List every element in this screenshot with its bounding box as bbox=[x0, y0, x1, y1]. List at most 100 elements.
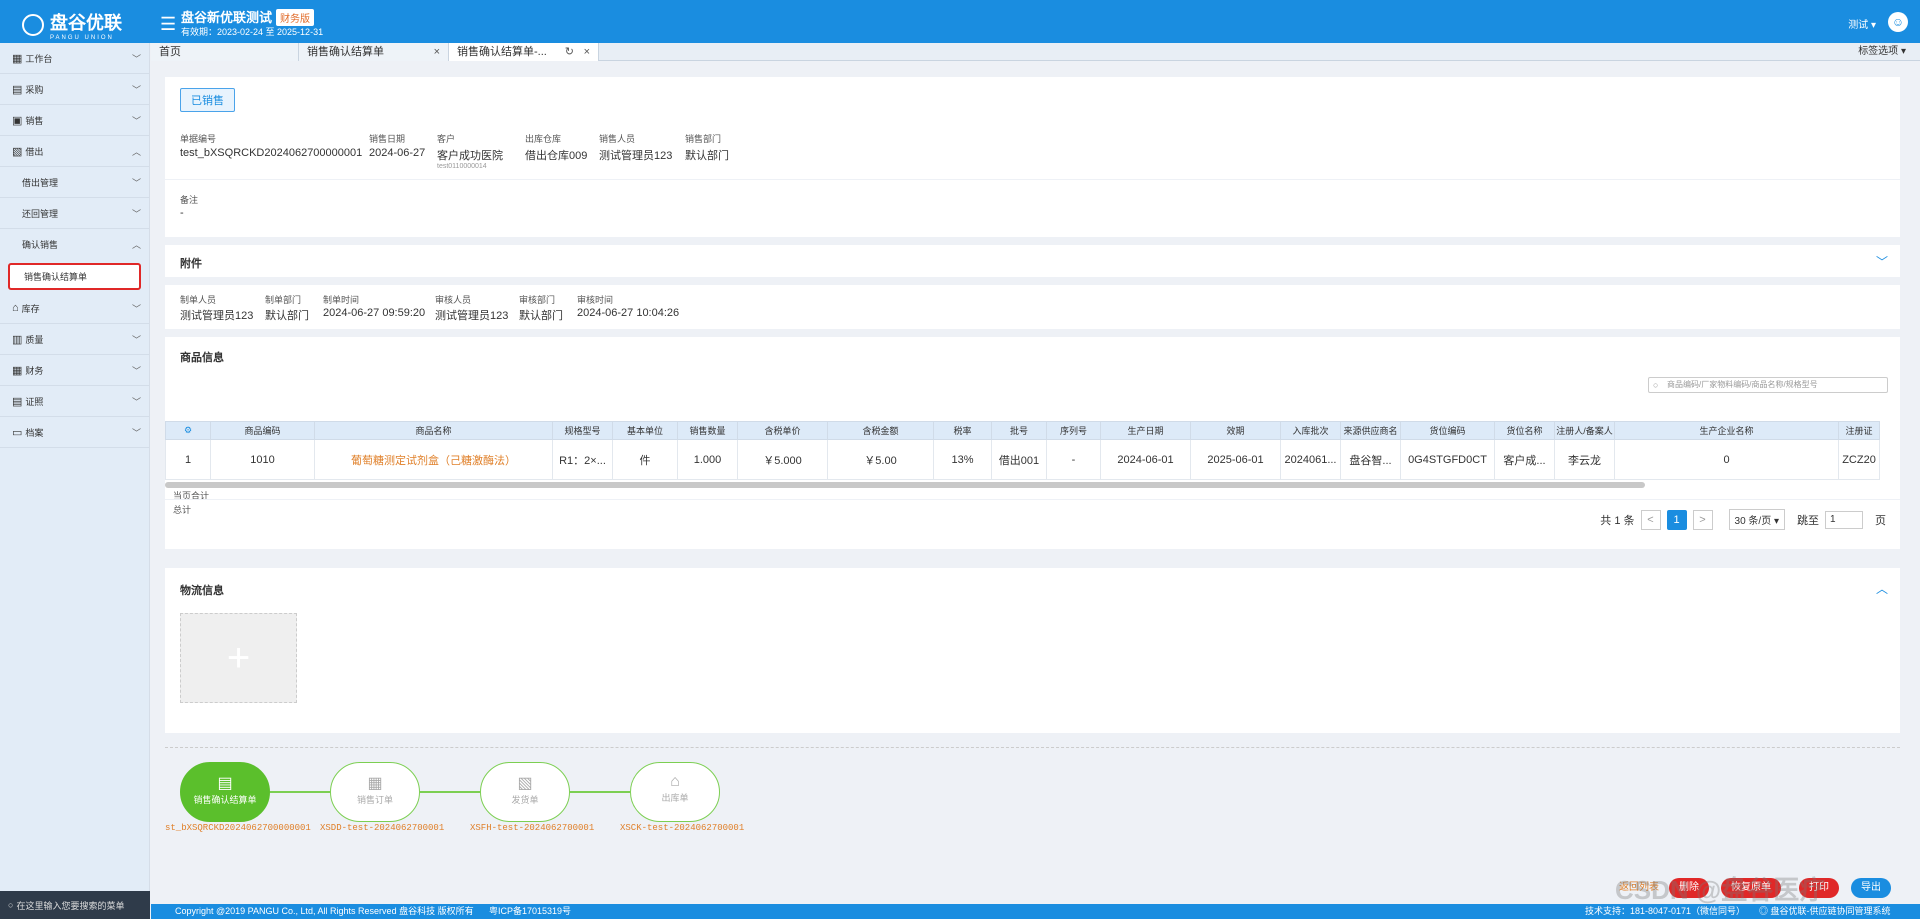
flow-code[interactable]: st_bXSQRCKD2024062700000001 bbox=[165, 823, 311, 833]
table-header: 批号 bbox=[991, 421, 1047, 440]
field-label: 销售部门 bbox=[685, 134, 722, 144]
menu-search[interactable]: ○ 在这里输入您要搜索的菜单 bbox=[0, 891, 150, 919]
flow-node-label: 销售订单 bbox=[356, 795, 393, 805]
flow-connector bbox=[270, 791, 330, 793]
field-label: 客户 bbox=[437, 134, 456, 144]
horizontal-scrollbar[interactable] bbox=[165, 482, 1645, 488]
flow-connector bbox=[420, 791, 480, 793]
column-settings-icon[interactable]: ⚙ bbox=[165, 421, 211, 440]
sidebar-item-sales[interactable]: ▣ 销售 ﹀ bbox=[0, 105, 149, 136]
sidebar-item-sales-confirm-statement[interactable]: 销售确认结算单 bbox=[8, 263, 141, 290]
copyright-text: Copyright @2019 PANGU Co., Ltd, All Righ… bbox=[175, 906, 474, 916]
sidebar-item-archive[interactable]: ▭ 档案 ﹀ bbox=[0, 417, 149, 448]
flow-code[interactable]: XSFH-test-2024062700001 bbox=[470, 823, 594, 833]
table-header-row: ⚙ 商品编码 商品名称 规格型号 基本单位 销售数量 含税单价 含税金额 税率 … bbox=[165, 421, 1880, 440]
goods-search-input[interactable]: ○ 商品编码/厂家物料编码/商品名称/规格型号 bbox=[1648, 377, 1888, 393]
table-header: 入库批次 bbox=[1280, 421, 1341, 440]
table-header: 税率 bbox=[933, 421, 992, 440]
goods-table: ⚙ 商品编码 商品名称 规格型号 基本单位 销售数量 含税单价 含税金额 税率 … bbox=[165, 421, 1880, 480]
tab-label: 销售确认结算单-... bbox=[457, 46, 547, 58]
table-header: 含税单价 bbox=[737, 421, 828, 440]
goto-page-input[interactable]: 1 bbox=[1825, 510, 1863, 529]
flow-code[interactable]: XSDD-test-2024062700001 bbox=[320, 823, 444, 833]
icp-link[interactable]: 粤ICP备17015319号 bbox=[489, 904, 571, 919]
product-name-link[interactable]: 葡萄糖测定试剂盒（己糖激酶法） bbox=[314, 439, 553, 480]
chevron-down-icon: ﹀ bbox=[131, 427, 141, 438]
license-icon: ▤ bbox=[12, 395, 23, 408]
field-value-audit-dept: 默认部门 bbox=[519, 310, 563, 322]
table-header: 规格型号 bbox=[552, 421, 613, 440]
flow-node-sales-order[interactable]: ▦ 销售订单 bbox=[330, 762, 420, 822]
table-cell: 1010 bbox=[210, 439, 315, 480]
sidebar-item-license[interactable]: ▤ 证照 ﹀ bbox=[0, 386, 149, 417]
sidebar-item-label: 财务 bbox=[25, 365, 44, 376]
sidebar-item-workbench[interactable]: ▦ 工作台 ﹀ bbox=[0, 43, 149, 74]
tab-sales-confirm-detail[interactable]: 销售确认结算单-... ↻ × bbox=[449, 43, 599, 61]
field-value-create-time: 2024-06-27 09:59:20 bbox=[323, 307, 426, 319]
table-cell: 0G4STGFD0CT bbox=[1400, 439, 1495, 480]
sidebar-item-finance[interactable]: ▦ 财务 ﹀ bbox=[0, 355, 149, 386]
field-value-doc-no: test_bXSQRCKD2024062700000001 bbox=[180, 147, 363, 159]
table-cell: 2025-06-01 bbox=[1190, 439, 1281, 480]
attachment-card[interactable]: 附件 ﹀ bbox=[165, 245, 1900, 277]
chevron-up-icon: ︿ bbox=[131, 146, 141, 157]
table-header: 商品名称 bbox=[314, 421, 553, 440]
table-cell: 李云龙 bbox=[1554, 439, 1615, 480]
next-page-button[interactable]: > bbox=[1692, 509, 1713, 530]
system-name: 盘谷新优联测试 财务版 bbox=[181, 7, 315, 26]
tab-home[interactable]: 首页 bbox=[151, 43, 299, 61]
tab-options[interactable]: 标签选项 ▾ bbox=[1858, 43, 1906, 61]
table-cell: 1.000 bbox=[677, 439, 738, 480]
field-value-sales-date: 2024-06-27 bbox=[369, 147, 426, 159]
table-header: 含税金额 bbox=[827, 421, 934, 440]
upload-plus-icon[interactable]: + bbox=[180, 613, 297, 703]
sidebar-item-label: 还回管理 bbox=[22, 208, 59, 219]
field-value-customer: 客户成功医院 bbox=[437, 150, 503, 162]
footer: Copyright @2019 PANGU Co., Ltd, All Righ… bbox=[151, 904, 1920, 919]
close-icon[interactable]: × bbox=[584, 43, 590, 61]
chevron-up-icon[interactable]: ︿ bbox=[1876, 580, 1888, 597]
export-button[interactable]: 导出 bbox=[1851, 878, 1891, 898]
logo[interactable]: 盘谷优联 PANGU UNION bbox=[22, 9, 122, 41]
flow-code[interactable]: XSCK-test-2024062700001 bbox=[620, 823, 744, 833]
current-page[interactable]: 1 bbox=[1666, 509, 1687, 530]
avatar-icon[interactable]: ☺ bbox=[1888, 12, 1908, 32]
chevron-down-icon: ﹀ bbox=[131, 396, 141, 407]
hamburger-icon[interactable]: ☰ bbox=[160, 14, 176, 35]
flow-node-sales-confirm[interactable]: ▤ 销售确认结算单 bbox=[180, 762, 270, 822]
sidebar-item-inventory[interactable]: ⌂ 库存 ﹀ bbox=[0, 293, 149, 324]
chevron-down-icon: ﹀ bbox=[131, 84, 141, 95]
chevron-down-icon: ﹀ bbox=[131, 115, 141, 126]
order-icon: ▦ bbox=[367, 775, 383, 792]
sidebar-item-return-manage[interactable]: 还回管理 ﹀ bbox=[0, 198, 149, 229]
field-label: 制单部门 bbox=[265, 295, 302, 305]
basic-info-card: 已销售 单据编号 test_bXSQRCKD2024062700000001 销… bbox=[165, 77, 1900, 237]
close-icon[interactable]: × bbox=[434, 43, 440, 61]
prev-page-button[interactable]: < bbox=[1640, 509, 1661, 530]
chevron-down-icon: ﹀ bbox=[131, 177, 141, 188]
sidebar-item-purchase[interactable]: ▤ 采购 ﹀ bbox=[0, 74, 149, 105]
user-menu[interactable]: 测试 ▾ bbox=[1848, 16, 1876, 31]
sidebar-item-confirm-sales[interactable]: 确认销售 ︿ bbox=[0, 229, 149, 260]
sidebar-item-label: 工作台 bbox=[25, 53, 53, 64]
sidebar-item-label: 采购 bbox=[25, 84, 44, 95]
lend-icon: ▧ bbox=[12, 145, 23, 158]
sidebar-item-quality[interactable]: ▥ 质量 ﹀ bbox=[0, 324, 149, 355]
page-size-select[interactable]: 30 条/页 ▾ bbox=[1728, 509, 1785, 530]
table-cell: ￥5.000 bbox=[737, 439, 828, 480]
flow-node-delivery[interactable]: ▧ 发货单 bbox=[480, 762, 570, 822]
chevron-down-icon: ﹀ bbox=[131, 53, 141, 64]
table-cell: 客户成... bbox=[1494, 439, 1555, 480]
sidebar-item-label: 借出 bbox=[25, 146, 44, 157]
table-header: 注册证 bbox=[1838, 421, 1880, 440]
sidebar-item-lend[interactable]: ▧ 借出 ︿ bbox=[0, 136, 149, 167]
chevron-down-icon[interactable]: ﹀ bbox=[1876, 253, 1888, 270]
refresh-icon[interactable]: ↻ bbox=[565, 43, 574, 61]
sidebar-item-lend-manage[interactable]: 借出管理 ﹀ bbox=[0, 167, 149, 198]
document-icon: ▤ bbox=[217, 775, 233, 792]
logo-subtext: PANGU UNION bbox=[50, 35, 114, 41]
tab-sales-confirm-list[interactable]: 销售确认结算单 × bbox=[299, 43, 449, 61]
flow-node-outbound[interactable]: ⌂ 出库单 bbox=[630, 762, 720, 822]
sales-icon: ▣ bbox=[12, 114, 23, 127]
table-cell: ￥5.00 bbox=[827, 439, 934, 480]
